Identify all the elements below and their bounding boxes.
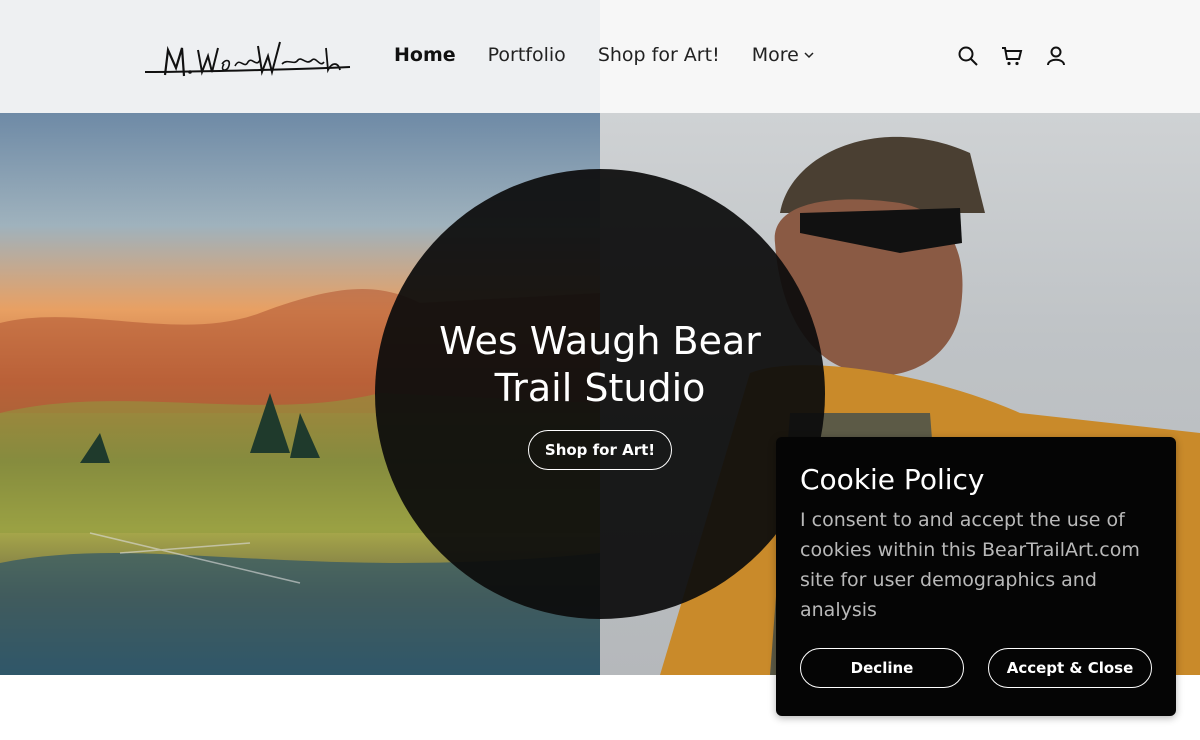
nav-item-home[interactable]: Home bbox=[394, 44, 456, 66]
signature-logo-graphic bbox=[144, 41, 351, 77]
nav-item-shop[interactable]: Shop for Art! bbox=[598, 44, 720, 66]
hero-shop-button[interactable]: Shop for Art! bbox=[528, 430, 672, 470]
search-icon[interactable] bbox=[956, 44, 980, 68]
decline-button[interactable]: Decline bbox=[800, 648, 964, 688]
nav-item-more[interactable]: More bbox=[752, 44, 815, 66]
signature-logo[interactable] bbox=[140, 20, 355, 90]
header-icons bbox=[956, 44, 1068, 68]
header-content: Home Portfolio Shop for Art! More bbox=[0, 0, 1200, 113]
cookie-banner: Cookie Policy I consent to and accept th… bbox=[776, 437, 1176, 716]
nav-item-more-label: More bbox=[751, 44, 799, 66]
accept-close-button[interactable]: Accept & Close bbox=[988, 648, 1152, 688]
cart-icon[interactable] bbox=[1000, 44, 1024, 68]
main-nav: Home Portfolio Shop for Art! More bbox=[394, 44, 815, 66]
nav-item-portfolio[interactable]: Portfolio bbox=[488, 44, 566, 66]
hero-title: Wes Waugh Bear Trail Studio bbox=[439, 319, 761, 410]
cookie-title: Cookie Policy bbox=[800, 463, 985, 496]
cookie-text: I consent to and accept the use of cooki… bbox=[800, 509, 1140, 621]
user-icon[interactable] bbox=[1044, 44, 1068, 68]
chevron-down-icon bbox=[804, 52, 814, 59]
